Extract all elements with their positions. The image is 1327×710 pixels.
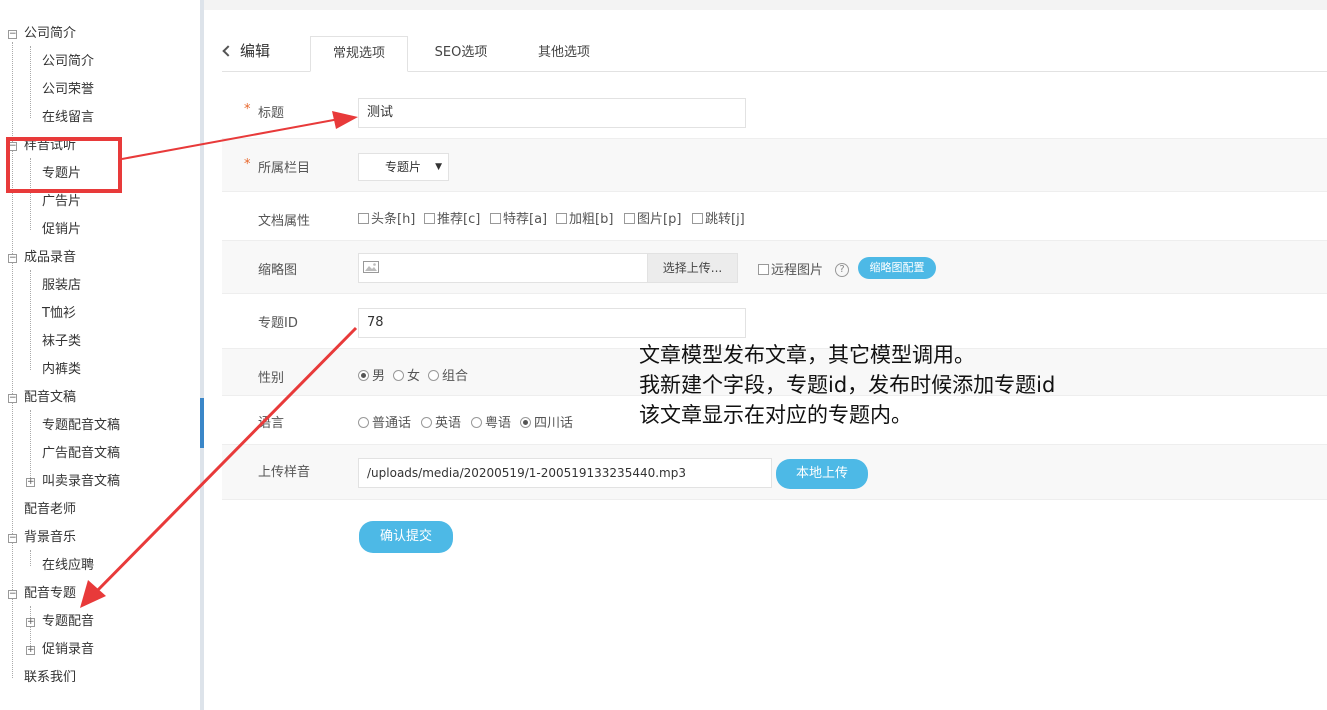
annotation-arrow-to-topic [90,326,358,598]
annotation-arrow-to-title [121,116,351,160]
annotation-arrowhead [332,111,358,129]
annotation-note: 文章模型发布文章，其它模型调用。 我新建个字段，专题id，发布时候添加专题id … [639,343,1056,427]
